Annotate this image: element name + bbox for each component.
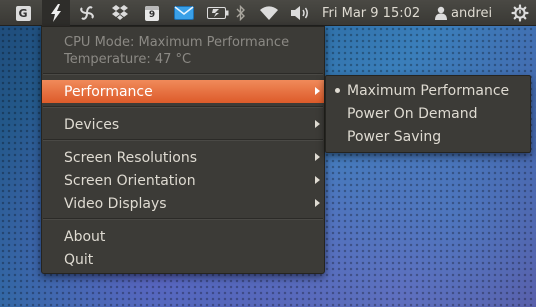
menu-item-label: Video Displays xyxy=(64,195,167,212)
menu-item-quit[interactable]: Quit xyxy=(42,248,324,271)
menu-item-label: Screen Orientation xyxy=(64,172,196,189)
temperature-info: Temperature: 47 °C xyxy=(64,52,192,67)
top-panel: G 9 Fri Mar 9 15:02 andrei xyxy=(0,0,536,26)
selected-bullet-icon xyxy=(335,88,340,93)
power-gear-icon[interactable] xyxy=(509,0,531,26)
menu-item-screen-orientation[interactable]: Screen Orientation xyxy=(42,169,324,192)
calendar-icon[interactable]: 9 xyxy=(142,0,162,26)
user-icon xyxy=(435,6,447,20)
clock[interactable]: Fri Mar 9 15:02 xyxy=(322,0,428,26)
submenu-item-power-on-demand[interactable]: Power On Demand xyxy=(326,102,530,125)
menu-item-performance[interactable]: Performance xyxy=(42,80,324,103)
clock-text: Fri Mar 9 15:02 xyxy=(322,5,421,21)
cpufreq-dropdown-menu: CPU Mode: Maximum Performance Temperatur… xyxy=(41,26,325,274)
menu-separator xyxy=(43,73,323,75)
menu-item-label: Performance xyxy=(64,83,153,100)
menu-item-label: About xyxy=(64,228,106,245)
menu-item-about[interactable]: About xyxy=(42,225,324,248)
menu-item-devices[interactable]: Devices xyxy=(42,113,324,136)
menu-item-video-displays[interactable]: Video Displays xyxy=(42,192,324,215)
submenu-item-power-saving[interactable]: Power Saving xyxy=(326,125,530,148)
submenu-arrow-icon xyxy=(315,176,320,184)
wifi-icon[interactable] xyxy=(256,0,282,26)
battery-icon[interactable] xyxy=(205,0,231,26)
pinwheel-icon[interactable] xyxy=(76,0,98,26)
submenu-arrow-icon xyxy=(315,199,320,207)
user-name: andrei xyxy=(451,5,493,21)
menu-separator xyxy=(43,139,323,141)
menu-item-label: Screen Resolutions xyxy=(64,149,198,166)
menu-item-screen-resolutions[interactable]: Screen Resolutions xyxy=(42,146,324,169)
user-menu[interactable]: andrei xyxy=(435,0,503,26)
menu-separator xyxy=(43,106,323,108)
dropbox-icon[interactable] xyxy=(108,0,132,26)
submenu-item-label: Maximum Performance xyxy=(347,82,510,99)
mail-icon[interactable] xyxy=(172,0,196,26)
performance-submenu: Maximum Performance Power On Demand Powe… xyxy=(325,75,531,153)
submenu-arrow-icon xyxy=(315,153,320,161)
bluetooth-icon[interactable] xyxy=(233,0,249,26)
volume-icon[interactable] xyxy=(288,0,312,26)
submenu-arrow-icon xyxy=(315,87,320,95)
submenu-item-maximum-performance[interactable]: Maximum Performance xyxy=(326,79,530,102)
menu-item-label: Devices xyxy=(64,116,120,133)
submenu-item-label: Power On Demand xyxy=(347,105,478,122)
menu-separator xyxy=(43,218,323,220)
submenu-arrow-icon xyxy=(315,120,320,128)
cpu-mode-info: CPU Mode: Maximum Performance xyxy=(64,35,290,50)
g-indicator-icon[interactable]: G xyxy=(12,0,34,26)
submenu-item-label: Power Saving xyxy=(347,128,442,145)
cpufreq-lightning-icon[interactable] xyxy=(44,0,68,26)
menu-item-label: Quit xyxy=(64,251,94,268)
